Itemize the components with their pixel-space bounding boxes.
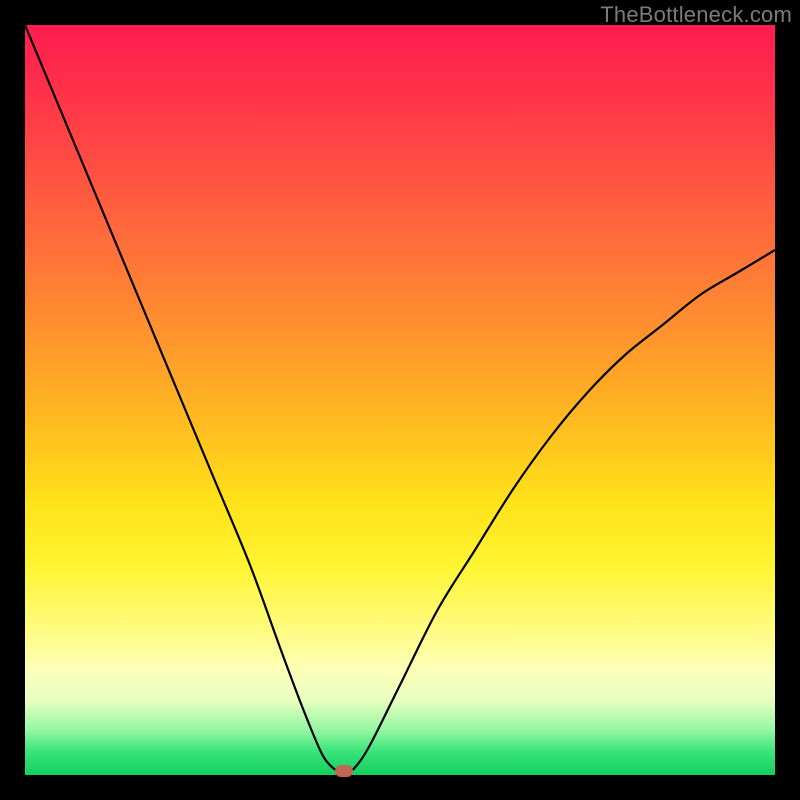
optimum-marker (335, 765, 353, 777)
watermark-text: TheBottleneck.com (600, 2, 792, 28)
chart-frame (25, 25, 775, 775)
gradient-background (25, 25, 775, 775)
